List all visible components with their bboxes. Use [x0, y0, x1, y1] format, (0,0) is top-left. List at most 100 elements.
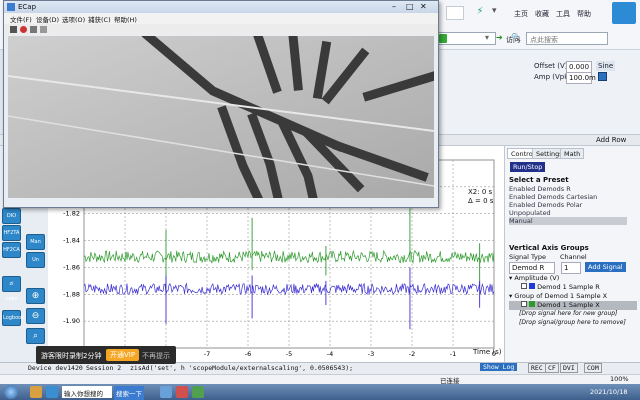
browser-icon[interactable]	[46, 386, 58, 398]
capture-icon[interactable]	[10, 26, 17, 33]
preset-item[interactable]: Unpopulated	[509, 209, 627, 217]
close-icon[interactable]: ✕	[420, 2, 427, 11]
app-icon[interactable]	[176, 386, 188, 398]
nav-tools[interactable]: 工具	[556, 9, 570, 19]
color-swatch	[529, 283, 536, 289]
app-icon[interactable]	[160, 386, 172, 398]
channel-select[interactable]: 1	[561, 262, 581, 274]
control-panel: Control Settings Math Run/Stop Select a …	[504, 146, 640, 362]
command-log: zisAd('set', h 'scopeModule/externalscal…	[130, 364, 354, 372]
tool-man[interactable]: Man	[26, 234, 45, 250]
y-tick-label: -1.84	[63, 237, 80, 245]
tool-logbook[interactable]: Logbook	[2, 310, 24, 326]
clock: 2021/10/18	[590, 388, 628, 396]
search-input[interactable]: 点此搜索	[526, 32, 608, 45]
x-tick-label: -3	[368, 350, 374, 358]
record-icon[interactable]	[20, 26, 27, 33]
menu-help[interactable]: 帮助(H)	[114, 14, 137, 24]
signal-item-r[interactable]: Demod 1 Sample R	[509, 283, 637, 292]
indicator-dvi: DVI	[560, 363, 578, 373]
indicator-rec: REC	[528, 363, 546, 373]
signal-item-x[interactable]: Demod 1 Sample X	[509, 301, 637, 310]
tool-un[interactable]: Un	[26, 252, 45, 268]
ecap-window[interactable]: ECap – □ ✕ 文件(F) 设备(D) 选项(O) 捕获(C) 帮助(H)	[3, 0, 439, 208]
axis-group-list: ▾ Amplitude (V) Demod 1 Sample R ▾ Group…	[509, 274, 637, 328]
tool-hf2ca[interactable]: HF2CA	[2, 242, 21, 258]
menu-options[interactable]: 选项(O)	[62, 14, 85, 24]
app-logo-icon	[612, 2, 636, 24]
amp-field[interactable]: 100.0m	[566, 72, 596, 84]
window-toolbar	[4, 24, 438, 35]
taskbar-search-input[interactable]: 输入你想搜的	[62, 386, 112, 398]
menu-device[interactable]: 设备(D)	[36, 14, 59, 24]
tool-dio[interactable]: DIO	[2, 208, 21, 224]
preset-heading: Select a Preset	[509, 176, 569, 184]
minimize-icon[interactable]: –	[392, 2, 396, 11]
add-row-button[interactable]: Add Row	[596, 136, 626, 144]
show-log-button[interactable]: Show Log	[480, 363, 518, 371]
app-icon	[7, 3, 15, 11]
waveform-toggle[interactable]	[598, 72, 607, 81]
browser-statusbar: 已连接 100%	[0, 374, 640, 385]
window-title: ECap	[18, 3, 37, 11]
stop-icon[interactable]	[30, 26, 37, 33]
camera-feed	[8, 36, 434, 198]
open-vip-button[interactable]: 开通VIP	[106, 349, 140, 361]
drop-remove[interactable]: [Drop signal/group here to remove]	[509, 319, 637, 328]
page-icon[interactable]	[446, 6, 464, 20]
window-menubar: 文件(F) 设备(D) 选项(O) 捕获(C) 帮助(H)	[4, 13, 438, 24]
signal-type-label: Signal Type	[509, 253, 546, 261]
zoom-level[interactable]: 100%	[610, 375, 629, 383]
settings-icon[interactable]	[40, 26, 47, 33]
menu-capture[interactable]: 捕获(C)	[88, 14, 111, 24]
lightning-icon[interactable]: ⚡	[470, 6, 490, 20]
y-tick-label: -1.82	[63, 210, 80, 218]
preset-item[interactable]: Enabled Demods Polar	[509, 201, 627, 209]
x-tick-label: -6	[245, 350, 251, 358]
taskbar-search-button[interactable]: 搜索一下	[114, 386, 144, 400]
dismiss-button[interactable]: 不再提示	[142, 351, 170, 361]
y-tick-label: -1.88	[63, 290, 80, 298]
checkbox[interactable]	[521, 283, 527, 289]
zoom-out-icon[interactable]: ⊖	[26, 308, 45, 324]
offset-label: Offset (V)	[534, 62, 568, 70]
group-demod-x[interactable]: ▾ Group of Demod 1 Sample X	[509, 292, 637, 301]
address-dropdown-icon[interactable]: ▾	[485, 33, 493, 44]
preset-item-selected[interactable]: Manual	[509, 217, 627, 225]
indicator-cf: CF	[545, 363, 559, 373]
nav-home[interactable]: 主页	[514, 9, 528, 19]
drop-new-group[interactable]: [Drop signal here for new group]	[509, 310, 637, 319]
checkbox[interactable]	[521, 301, 527, 307]
run-stop-button[interactable]: Run/Stop	[510, 162, 546, 172]
nav-favorites[interactable]: 收藏	[535, 9, 549, 19]
app-icon[interactable]	[192, 386, 204, 398]
tool-hf2ta[interactable]: HF2TA	[2, 225, 21, 241]
nav-help[interactable]: 帮助	[577, 9, 591, 19]
x-tick-label: -1	[450, 350, 456, 358]
x-tick-label: -7	[204, 350, 210, 358]
search-icon[interactable]: ⌕	[26, 328, 45, 344]
add-signal-button[interactable]: Add Signal	[585, 262, 626, 272]
cursor-x2: X2: 0 s	[468, 188, 493, 196]
chevron-down-icon[interactable]: ▾	[492, 6, 510, 20]
menu-file[interactable]: 文件(F)	[10, 14, 32, 24]
folder-icon[interactable]	[30, 386, 42, 398]
signal-type-select[interactable]: Demod R	[509, 262, 555, 274]
preset-item[interactable]: Enabled Demods R	[509, 185, 627, 193]
refresh-icon[interactable]	[439, 34, 447, 43]
zoom-in-icon[interactable]: ⊕	[26, 288, 45, 304]
window-titlebar[interactable]: ECap – □ ✕	[4, 1, 438, 13]
waveform-label: Sine	[596, 61, 616, 71]
color-swatch	[529, 301, 536, 307]
tool-zi-labs[interactable]: zi Labs	[2, 276, 21, 302]
group-amplitude[interactable]: ▾ Amplitude (V)	[509, 274, 637, 283]
maximize-icon[interactable]: □	[406, 2, 414, 11]
go-icon[interactable]: ➔	[496, 33, 503, 42]
search-engine-icon[interactable]: 🔍	[511, 33, 521, 44]
start-icon[interactable]	[4, 385, 18, 399]
session-label: Session 2	[86, 364, 122, 372]
tab-math[interactable]: Math	[560, 148, 585, 159]
preset-item[interactable]: Enabled Demods Cartesian	[509, 193, 627, 201]
toast-message: 游客限时录制2分钟	[41, 352, 102, 360]
cursor-delta: Δ = 0 s	[468, 197, 494, 205]
